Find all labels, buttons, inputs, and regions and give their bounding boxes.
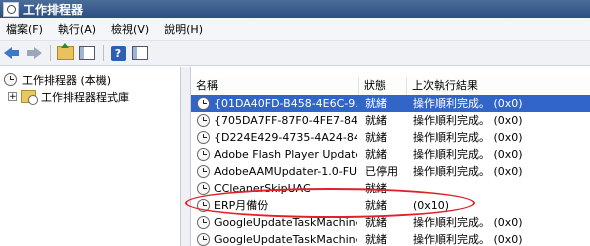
task-status: 就緒 bbox=[365, 182, 387, 195]
help-icon: ? bbox=[110, 45, 126, 61]
task-clock-icon bbox=[197, 165, 210, 178]
column-header-status[interactable]: 狀態 bbox=[359, 77, 407, 95]
properties-pane-icon bbox=[132, 46, 148, 60]
task-last-result: 操作順利完成。 (0x0) bbox=[413, 148, 523, 161]
menu-file[interactable]: 檔案(F) bbox=[0, 21, 52, 37]
task-status: 就緒 bbox=[365, 131, 387, 144]
task-last-result: 操作順利完成。 (0x0) bbox=[413, 233, 523, 246]
pane-splitter[interactable] bbox=[181, 67, 191, 246]
table-row[interactable]: AdobeAAMUpdater-1.0-FU... 已停用 操作順利完成。 (0x0… bbox=[191, 163, 590, 180]
back-arrow-icon bbox=[4, 46, 20, 60]
task-list: 名稱 狀態 上次執行結果 {01DA40FD-B458-4E6C-9... 就緒操… bbox=[191, 67, 590, 246]
back-button[interactable] bbox=[2, 44, 22, 62]
tree-item-library[interactable]: + 工作排程器程式庫 bbox=[8, 88, 129, 105]
task-scheduler-icon bbox=[3, 1, 19, 17]
task-clock-icon bbox=[197, 97, 210, 110]
task-name: AdobeAAMUpdater-1.0-FU... bbox=[214, 165, 357, 178]
task-status: 已停用 bbox=[365, 165, 398, 178]
task-last-result bbox=[413, 180, 590, 197]
window-title: 工作排程器 bbox=[23, 2, 84, 17]
task-status: 就緒 bbox=[365, 216, 387, 229]
tree-item-label: 工作排程器 (本機) bbox=[22, 73, 112, 87]
task-clock-icon bbox=[197, 199, 210, 212]
folder-up-icon bbox=[56, 43, 74, 60]
scheduler-folder-icon bbox=[21, 90, 38, 105]
task-clock-icon bbox=[197, 182, 210, 195]
table-row[interactable]: ERP月備份 就緒 (0x10) bbox=[191, 197, 590, 214]
table-row[interactable]: Adobe Flash Player Updater 就緒 操作順利完成。 (0x0… bbox=[191, 146, 590, 163]
task-status: 就緒 bbox=[365, 233, 387, 246]
task-name: {D224E429-4735-4A24-844... bbox=[214, 131, 357, 144]
task-name: Adobe Flash Player Updater bbox=[214, 148, 357, 161]
task-clock-icon bbox=[197, 114, 210, 127]
task-name: GoogleUpdateTaskMachineUA bbox=[214, 233, 357, 246]
column-header-last-result[interactable]: 上次執行結果 bbox=[407, 77, 590, 95]
table-row[interactable]: {D224E429-4735-4A24-844... 就緒 操作順利完成。 (0x0… bbox=[191, 129, 590, 146]
task-name: ERP月備份 bbox=[214, 199, 269, 212]
task-last-result: 操作順利完成。 (0x0) bbox=[413, 114, 523, 127]
clock-icon bbox=[4, 73, 17, 86]
window-title-bar: 工作排程器 bbox=[0, 0, 590, 18]
toolbar: ? bbox=[0, 41, 590, 66]
tree-item-label: 工作排程器程式庫 bbox=[41, 90, 129, 104]
toolbar-separator bbox=[103, 45, 104, 61]
task-name: {705DA7FF-87F0-4FE7-84... bbox=[214, 114, 357, 127]
task-clock-icon bbox=[197, 148, 210, 161]
column-header-name[interactable]: 名稱 bbox=[191, 77, 359, 95]
table-row[interactable]: GoogleUpdateTaskMachineC... 就緒 操作順利完成。 (0x… bbox=[191, 214, 590, 231]
menu-bar: 檔案(F) 執行(A) 檢視(V) 說明(H) bbox=[0, 18, 590, 41]
table-row[interactable]: {705DA7FF-87F0-4FE7-84... 就緒 操作順利完成。 (0x0) bbox=[191, 112, 590, 129]
task-last-result: 操作順利完成。 (0x0) bbox=[413, 165, 523, 178]
task-last-result: (0x10) bbox=[413, 199, 450, 212]
task-status: 就緒 bbox=[365, 114, 387, 127]
tree-item-root[interactable]: 工作排程器 (本機) bbox=[4, 71, 111, 88]
forward-button[interactable] bbox=[24, 44, 44, 62]
task-name: CCleanerSkipUAC bbox=[214, 182, 311, 195]
task-clock-icon bbox=[197, 216, 210, 229]
task-last-result: 操作順利完成。 (0x0) bbox=[413, 216, 523, 229]
task-last-result: 操作順利完成。 (0x0) bbox=[413, 97, 523, 110]
list-header: 名稱 狀態 上次執行結果 bbox=[191, 77, 590, 96]
toolbar-separator bbox=[50, 45, 51, 61]
task-name: GoogleUpdateTaskMachineC... bbox=[214, 216, 357, 229]
task-clock-icon bbox=[197, 131, 210, 144]
menu-help[interactable]: 說明(H) bbox=[158, 21, 212, 37]
expand-icon[interactable]: + bbox=[8, 92, 17, 102]
task-name: {01DA40FD-B458-4E6C-9... bbox=[214, 97, 357, 110]
task-clock-icon bbox=[197, 233, 210, 246]
help-button[interactable]: ? bbox=[108, 44, 128, 62]
task-status: 就緒 bbox=[365, 97, 387, 110]
table-row[interactable]: GoogleUpdateTaskMachineUA 就緒 操作順利完成。 (0x0) bbox=[191, 231, 590, 246]
forward-arrow-icon bbox=[26, 46, 42, 60]
task-last-result: 操作順利完成。 (0x0) bbox=[413, 131, 523, 144]
up-folder-button[interactable] bbox=[55, 43, 75, 62]
show-hide-tree-button[interactable] bbox=[77, 44, 97, 62]
task-status: 就緒 bbox=[365, 199, 387, 212]
properties-pane-button[interactable] bbox=[130, 44, 150, 62]
table-row[interactable]: CCleanerSkipUAC 就緒 bbox=[191, 180, 590, 197]
menu-action[interactable]: 執行(A) bbox=[52, 21, 105, 37]
navigation-tree: 工作排程器 (本機) + 工作排程器程式庫 bbox=[0, 67, 181, 246]
task-status: 就緒 bbox=[365, 148, 387, 161]
show-hide-tree-icon bbox=[79, 46, 95, 60]
table-row[interactable]: {01DA40FD-B458-4E6C-9... 就緒 操作順利完成。 (0x0) bbox=[191, 95, 590, 112]
menu-view[interactable]: 檢視(V) bbox=[105, 21, 158, 37]
